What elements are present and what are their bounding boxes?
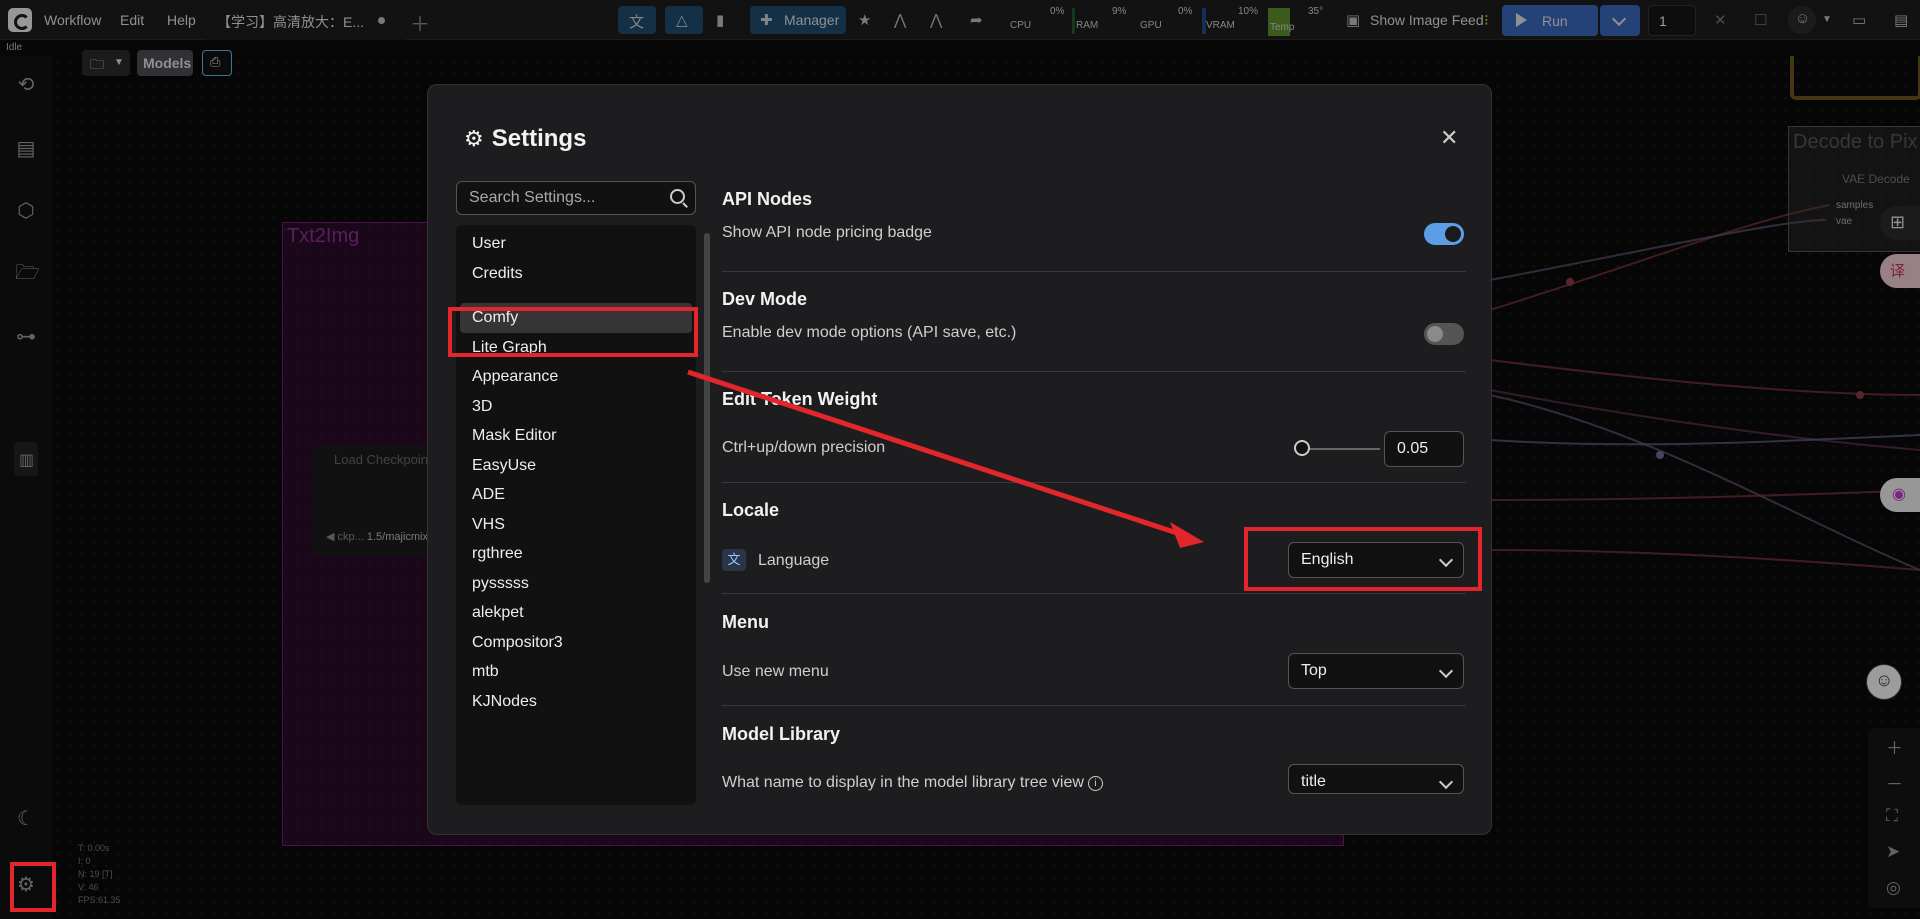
setting-label: Show API node pricing badge <box>722 224 932 241</box>
category-easyuse[interactable]: EasyUse <box>456 451 696 481</box>
chevron-down-icon <box>1438 774 1454 790</box>
setting-label-row: What name to display in the model librar… <box>722 774 1103 792</box>
divider <box>722 593 1466 594</box>
menu-position-select[interactable]: Top <box>1288 653 1464 689</box>
setting-label: Language <box>758 552 830 569</box>
settings-search[interactable] <box>456 181 696 215</box>
slider-thumb[interactable] <box>1294 440 1310 456</box>
setting-label: Ctrl+up/down precision <box>722 439 886 456</box>
divider <box>722 271 1466 272</box>
category-mtb[interactable]: mtb <box>456 657 696 687</box>
category-scrollbar[interactable] <box>704 233 710 583</box>
dialog-title: ⚙ Settings <box>464 125 586 153</box>
category-ade[interactable]: ADE <box>456 480 696 510</box>
info-icon[interactable]: i <box>1087 776 1103 791</box>
toggle-knob <box>1445 226 1461 242</box>
model-name-select[interactable]: title <box>1288 764 1464 794</box>
dialog-title-text: Settings <box>491 125 587 152</box>
dev-mode-toggle[interactable] <box>1424 323 1464 345</box>
close-icon[interactable]: ✕ <box>1440 125 1458 151</box>
category-pysssss[interactable]: pysssss <box>456 569 696 599</box>
section-title-menu: Menu <box>722 612 769 632</box>
search-input[interactable] <box>457 182 681 214</box>
divider <box>722 482 1466 483</box>
gear-icon: ⚙ <box>464 126 484 151</box>
setting-label: Use new menu <box>722 663 829 680</box>
category-user[interactable]: User <box>456 229 696 259</box>
category-3d[interactable]: 3D <box>456 392 696 422</box>
category-appearance[interactable]: Appearance <box>456 362 696 392</box>
setting-label: What name to display in the model librar… <box>722 774 1084 791</box>
category-compositor3[interactable]: Compositor3 <box>456 628 696 658</box>
highlight-language-select <box>1244 527 1482 591</box>
category-alekpet[interactable]: alekpet <box>456 598 696 628</box>
category-credits[interactable]: Credits <box>456 259 696 289</box>
highlight-settings-icon <box>10 862 56 912</box>
section-title-dev-mode: Dev Mode <box>722 289 808 309</box>
precision-input[interactable]: 0.05 <box>1384 431 1464 467</box>
section-title-edit-token-weight: Edit Token Weight <box>722 389 878 409</box>
section-title-locale: Locale <box>722 500 780 520</box>
section-title-model-library: Model Library <box>722 724 841 744</box>
divider <box>722 371 1466 372</box>
category-mask-editor[interactable]: Mask Editor <box>456 421 696 451</box>
highlight-comfy-category <box>448 307 698 357</box>
select-value: title <box>1301 773 1326 790</box>
toggle-knob <box>1427 326 1443 342</box>
search-icon[interactable] <box>670 189 685 204</box>
category-rgthree[interactable]: rgthree <box>456 539 696 569</box>
divider <box>722 705 1466 706</box>
api-pricing-badge-toggle[interactable] <box>1424 223 1464 245</box>
section-title-api-nodes: API Nodes <box>722 189 813 209</box>
slider-track[interactable] <box>1300 448 1380 450</box>
setting-label: Enable dev mode options (API save, etc.) <box>722 324 1017 341</box>
language-icon: 文 <box>722 549 746 571</box>
chevron-down-icon <box>1438 663 1454 679</box>
precision-slider[interactable] <box>1294 439 1380 459</box>
select-value: Top <box>1301 662 1327 679</box>
category-kjnodes[interactable]: KJNodes <box>456 687 696 717</box>
category-vhs[interactable]: VHS <box>456 510 696 540</box>
settings-dialog: ⚙Settings ✕ User Credits Comfy Lite Grap… <box>427 84 1492 835</box>
